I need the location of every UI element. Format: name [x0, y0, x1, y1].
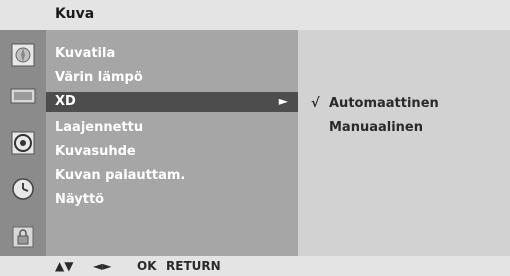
option-manuaalinen[interactable]: Manuaalinen: [329, 120, 423, 135]
picture-icon[interactable]: [8, 40, 38, 70]
menu-item-kuvatila[interactable]: Kuvatila: [55, 46, 115, 61]
key-hint-bar: ▲▼ ◄► OK RETURN: [0, 256, 510, 276]
osd-menu: Kuva Kuvatila Värin lämpö XD ► Laajennet…: [0, 0, 510, 276]
audio-icon[interactable]: [8, 128, 38, 158]
screen-icon[interactable]: [8, 81, 38, 111]
updown-keys-icon: ▲▼: [55, 259, 74, 273]
leftright-keys-icon: ◄►: [93, 259, 112, 273]
menu-item-kuvasuhde[interactable]: Kuvasuhde: [55, 144, 136, 159]
lock-icon[interactable]: [8, 222, 38, 252]
menu-title: Kuva: [55, 6, 95, 22]
menu-item-xd-selected[interactable]: XD ►: [46, 92, 298, 112]
arrow-right-icon: ►: [278, 94, 288, 108]
menu-item-laajennettu[interactable]: Laajennettu: [55, 120, 143, 135]
checkmark-icon: √: [311, 96, 320, 111]
option-automaattinen[interactable]: Automaattinen: [329, 96, 439, 111]
xd-submenu: √ Automaattinen Manuaalinen: [298, 30, 510, 256]
time-icon[interactable]: [8, 174, 38, 204]
menu-item-naytto[interactable]: Näyttö: [55, 192, 104, 207]
ok-key-hint: OK: [137, 259, 157, 273]
menu-item-varin-lampo[interactable]: Värin lämpö: [55, 70, 143, 85]
title-bar: Kuva: [0, 0, 510, 30]
menu-item-xd-label: XD: [55, 94, 76, 109]
menu-item-kuvan-palauttam[interactable]: Kuvan palauttam.: [55, 168, 185, 183]
picture-menu: Kuvatila Värin lämpö XD ► Laajennettu Ku…: [46, 30, 298, 256]
return-key-hint: RETURN: [166, 259, 221, 273]
category-sidebar: [0, 30, 46, 256]
